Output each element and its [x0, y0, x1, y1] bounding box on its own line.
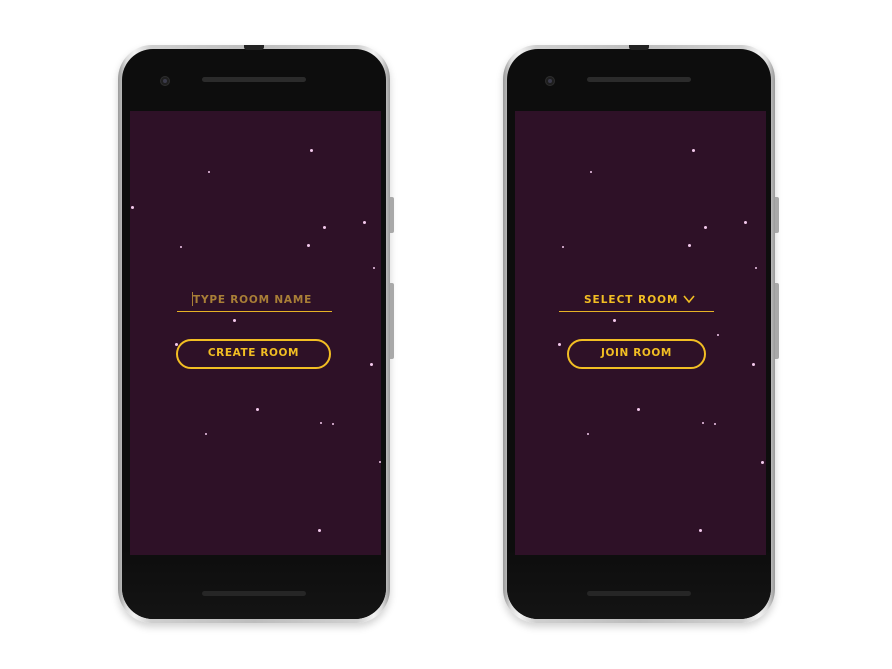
join-room-button[interactable]: JOIN ROOM [567, 339, 706, 369]
star [637, 408, 640, 411]
star [692, 149, 695, 152]
star [704, 226, 707, 229]
star [310, 149, 313, 152]
star [714, 423, 716, 425]
star [307, 244, 310, 247]
earpiece-speaker [202, 77, 306, 82]
phone-create-room: TYPE ROOM NAME CREATE ROOM [118, 45, 394, 623]
front-camera-icon [545, 76, 555, 86]
chevron-down-icon [683, 295, 695, 304]
app-screen-join: SELECT ROOM JOIN ROOM [515, 111, 766, 555]
star [205, 433, 207, 435]
star [613, 319, 616, 322]
star [373, 267, 375, 269]
front-camera-icon [160, 76, 170, 86]
star [379, 461, 381, 463]
star [256, 408, 259, 411]
room-select-dropdown[interactable]: SELECT ROOM [559, 288, 714, 312]
star [320, 422, 322, 424]
star [702, 422, 704, 424]
star [370, 363, 373, 366]
star [131, 206, 134, 209]
create-room-button[interactable]: CREATE ROOM [176, 339, 331, 369]
star [699, 529, 702, 532]
star [761, 461, 764, 464]
power-button [390, 197, 394, 233]
volume-button [775, 283, 779, 359]
star [233, 319, 236, 322]
app-screen-create: TYPE ROOM NAME CREATE ROOM [130, 111, 381, 555]
star [562, 246, 564, 248]
bottom-speaker [202, 591, 306, 596]
power-button [775, 197, 779, 233]
star [323, 226, 326, 229]
star [752, 363, 755, 366]
earpiece-speaker [587, 77, 691, 82]
top-notch [244, 45, 264, 50]
bottom-speaker [587, 591, 691, 596]
phone-join-room: SELECT ROOM JOIN ROOM [503, 45, 779, 623]
room-name-input[interactable]: TYPE ROOM NAME [177, 288, 332, 312]
room-select-label: SELECT ROOM [584, 294, 679, 306]
star [744, 221, 747, 224]
star [717, 334, 719, 336]
volume-button [390, 283, 394, 359]
top-notch [629, 45, 649, 50]
room-name-placeholder: TYPE ROOM NAME [193, 294, 313, 306]
star [208, 171, 210, 173]
star [363, 221, 366, 224]
star [755, 267, 757, 269]
star [590, 171, 592, 173]
star [688, 244, 691, 247]
star [180, 246, 182, 248]
star [318, 529, 321, 532]
star [587, 433, 589, 435]
star [332, 423, 334, 425]
star [558, 343, 561, 346]
